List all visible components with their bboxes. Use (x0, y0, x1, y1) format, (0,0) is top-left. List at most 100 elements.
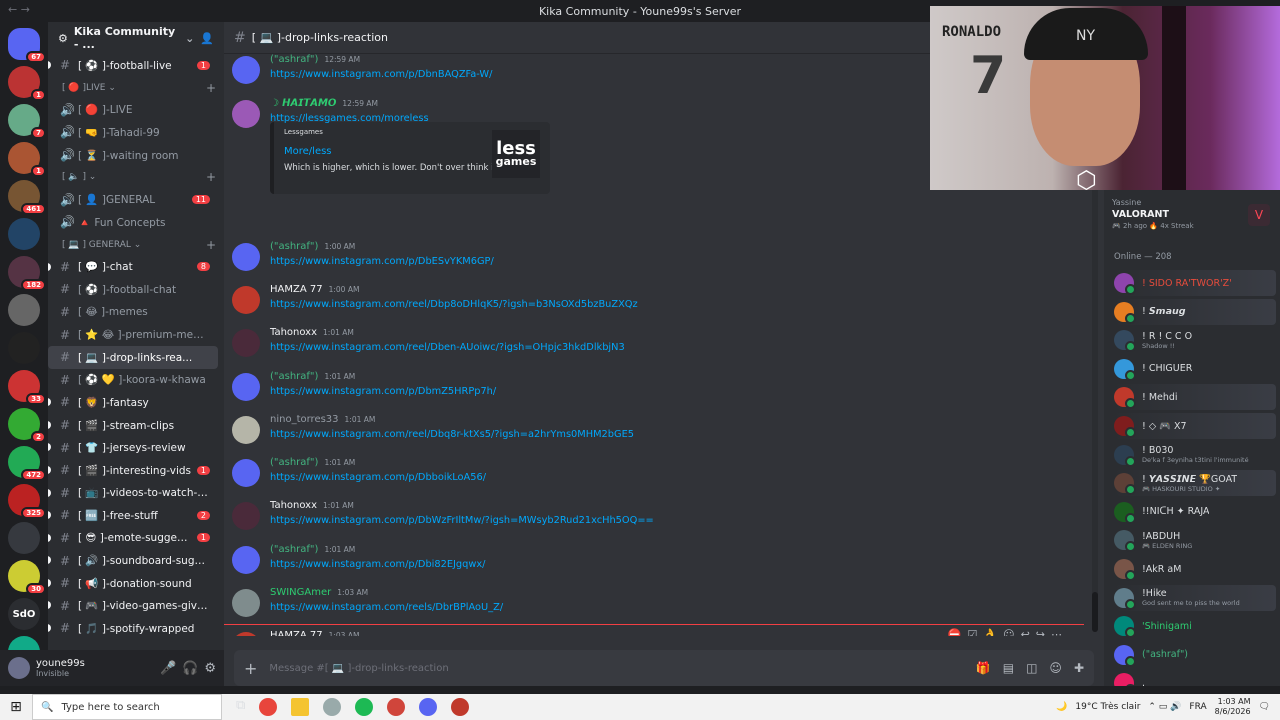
more-icon[interactable]: ⋯ (1051, 628, 1062, 636)
member-item[interactable]: ! ◇ 🎮 X7 (1114, 413, 1276, 439)
forward-icon[interactable]: ↪ (1036, 628, 1045, 636)
channel-category[interactable]: [ 🔴 ]LIVE ⌄ + (48, 77, 224, 99)
add-attachment-icon[interactable]: + (244, 659, 257, 678)
server-icon[interactable]: 30 (8, 560, 46, 595)
discord-icon[interactable] (419, 698, 438, 716)
member-item[interactable]: !Hike God sent me to piss the world (1114, 584, 1276, 611)
member-item[interactable]: ! Mehdi (1114, 384, 1276, 411)
file-explorer-icon[interactable] (291, 698, 310, 716)
sticker-icon[interactable]: ◫ (1026, 661, 1037, 675)
member-item[interactable]: . (1114, 670, 1276, 686)
message-author[interactable]: SWINGAmer (270, 587, 331, 598)
message-author[interactable]: ☽ 𝙃𝘼𝙄𝙏𝘼𝙈𝙊 (270, 98, 336, 109)
message-link[interactable]: https://www.instagram.com/p/DbWzFrIltMw/… (270, 515, 654, 526)
text-channel[interactable]: # [ ⚽ ]-football-chat (48, 278, 218, 301)
message-author[interactable]: ("ashraf") (270, 54, 318, 65)
text-channel[interactable]: # [ 😂 ]-memes (48, 301, 218, 324)
message-link[interactable]: https://www.instagram.com/p/Dbi82EJgqwx/ (270, 559, 485, 570)
server-icon[interactable]: 461 (8, 180, 46, 215)
server-icon[interactable]: 182 (8, 256, 46, 291)
text-channel[interactable]: # [ ⭐ 😂 ]-premium-memes (48, 323, 218, 346)
text-channel[interactable]: # [ 🦁 ]-fantasy (48, 391, 218, 414)
avatar[interactable] (8, 657, 30, 679)
server-icon[interactable]: 472 (8, 446, 46, 481)
voice-channel[interactable]: 🔊[ 🔴 ]-LIVE (48, 99, 218, 122)
message-author[interactable]: Tahonoxx (270, 327, 317, 338)
member-item[interactable]: ! SIDO RA'TWOR'Z' (1114, 270, 1276, 296)
scrollbar-thumb[interactable] (1092, 592, 1098, 632)
message-link[interactable]: https://lessgames.com/moreless (270, 113, 429, 124)
message-link[interactable]: https://www.instagram.com/reel/Dben-AUoi… (270, 342, 625, 353)
text-channel[interactable]: # [ 🎮 ]-video-games-giveaw... (48, 594, 218, 617)
message-author[interactable]: ("ashraf") (270, 544, 318, 555)
message-link[interactable]: https://www.instagram.com/p/DbnBAQZFa-W/ (270, 69, 492, 80)
voice-channel[interactable]: 🔊[ ⏳ ]-waiting room (48, 144, 218, 167)
obs-icon[interactable] (451, 698, 470, 716)
apps-icon[interactable]: ✚ (1074, 661, 1084, 675)
message-link[interactable]: https://www.instagram.com/reel/Dbq8r-ktX… (270, 429, 634, 440)
reaction-check-icon[interactable]: ☑ (968, 628, 978, 636)
voice-channel[interactable]: 🔊[ 👤 ]GENERAL 11 (48, 188, 218, 211)
server-icon[interactable]: 325 (8, 484, 46, 519)
chrome-icon-2[interactable] (387, 698, 406, 716)
app-icon[interactable] (323, 698, 342, 716)
add-member-icon[interactable]: 👤 (200, 32, 214, 45)
tray-icons[interactable]: ⌃ ▭ 🔊 (1148, 702, 1181, 712)
message-link[interactable]: https://www.instagram.com/p/DbboikLoA56/ (270, 472, 486, 483)
weather-text[interactable]: 19°C Très clair (1075, 702, 1140, 712)
member-item[interactable]: !ABDUH 🎮 ELDEN RING (1114, 527, 1276, 553)
avatar[interactable] (232, 416, 260, 444)
avatar[interactable] (232, 56, 260, 84)
message-author[interactable]: HAMZA 77 (270, 284, 323, 295)
member-item[interactable]: ! B030 Deꞌka f 3eyniha t3tini l'immunité (1114, 442, 1276, 468)
server-icon[interactable]: 7 (8, 104, 46, 139)
clock[interactable]: 1:03 AM 8/6/2026 (1215, 697, 1251, 716)
server-icon[interactable]: 1 (8, 66, 46, 101)
add-channel-icon[interactable]: + (206, 81, 216, 95)
avatar[interactable] (232, 243, 260, 271)
server-icon[interactable] (8, 522, 40, 554)
message-author[interactable]: ("ashraf") (270, 241, 318, 252)
member-item[interactable]: ! 𝙔𝘼𝙎𝙎𝙄𝙉𝙀 🏆GOAT 🎮 HASKOURI STUDIO ✦ (1114, 470, 1276, 497)
avatar[interactable] (232, 286, 260, 314)
avatar[interactable] (232, 329, 260, 357)
member-item[interactable]: ! 𝙎𝙢𝙖𝙪𝙜 (1114, 298, 1276, 325)
taskbar-search[interactable]: 🔍 Type here to search (32, 694, 222, 720)
emoji-icon[interactable]: ☺ (1049, 661, 1062, 675)
avatar[interactable] (232, 502, 260, 530)
message-link[interactable]: https://www.instagram.com/reel/Dbp8oDHlq… (270, 299, 638, 310)
windows-start-icon[interactable]: ⊞ (0, 699, 32, 715)
language[interactable]: FRA (1189, 702, 1206, 712)
message-input[interactable]: Message #[ 💻 ]-drop-links-reaction (269, 663, 963, 674)
text-channel[interactable]: # [ 👕 ]-jerseys-review (48, 436, 218, 459)
message-author[interactable]: ("ashraf") (270, 371, 318, 382)
server-icon[interactable] (8, 294, 40, 326)
server-icon[interactable]: 1 (8, 142, 46, 177)
text-channel[interactable]: # [ 🎵 ]-spotify-wrapped (48, 617, 218, 640)
headphones-icon[interactable]: 🎧 (182, 661, 198, 676)
guild-header[interactable]: ⚙ Kika Community - ... ⌄ 👤 (48, 22, 224, 54)
message-author[interactable]: Tahonoxx (270, 500, 317, 511)
reply-icon[interactable]: ↩ (1021, 628, 1030, 636)
chevron-down-icon[interactable]: ⌄ (185, 32, 194, 45)
message-author[interactable]: ("ashraf") (270, 457, 318, 468)
microphone-icon[interactable]: 🎤 (160, 661, 176, 676)
channel-category[interactable]: [ 🔈 ] ⌄ + (48, 166, 224, 188)
gif-icon[interactable]: ▤ (1003, 661, 1014, 675)
member-item[interactable]: ! R ! C C O Shadow !! (1114, 327, 1276, 353)
member-item[interactable]: ("ashraf") (1114, 642, 1276, 668)
message-author[interactable]: HAMZA 77 (270, 630, 323, 636)
reaction-ok-icon[interactable]: 👌 (983, 628, 997, 636)
member-item[interactable]: ! CHIGUER (1114, 356, 1276, 382)
server-icon[interactable] (8, 332, 40, 364)
voice-channel[interactable]: 🔊 🔺 Fun Concepts (48, 211, 218, 234)
server-icon[interactable] (8, 218, 40, 250)
avatar[interactable] (232, 100, 260, 128)
text-channel[interactable]: # [ 🎬 ]-stream-clips (48, 414, 218, 437)
notifications-icon[interactable]: 🗨 (1259, 702, 1270, 712)
discord-home-icon[interactable]: 67 (8, 28, 46, 63)
text-channel[interactable]: # [ 🎬 ]-interesting-vids 1 (48, 459, 218, 482)
text-channel[interactable]: # [ 📺 ]-videos-to-watch-lin... (48, 482, 218, 505)
avatar[interactable] (232, 546, 260, 574)
avatar[interactable] (232, 632, 260, 636)
